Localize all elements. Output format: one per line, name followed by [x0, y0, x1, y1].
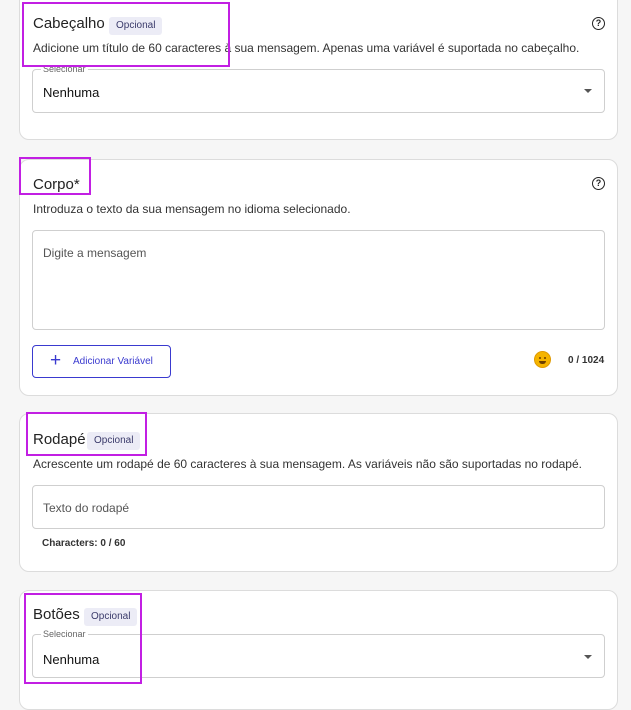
chevron-down-icon [584, 89, 592, 93]
footer-section-title: Rodapé [33, 431, 86, 448]
help-icon[interactable]: ? [592, 177, 605, 190]
emoji-icon[interactable] [534, 351, 551, 368]
select-value: Nenhuma [43, 85, 100, 100]
chevron-down-icon [584, 655, 592, 659]
footer-text-input[interactable]: Texto do rodapé [32, 485, 605, 529]
select-value: Nenhuma [43, 652, 100, 667]
body-section-title: Corpo* [33, 176, 80, 193]
header-section-title: Cabeçalho [33, 15, 105, 32]
body-section-description: Introduza o texto da sua mensagem no idi… [33, 202, 351, 216]
select-label: Selecionar [41, 629, 88, 639]
message-textarea[interactable]: Digite a mensagem [32, 230, 605, 330]
header-type-select[interactable]: Selecionar Nenhuma [32, 64, 605, 113]
footer-placeholder: Texto do rodapé [43, 501, 130, 515]
optional-badge: Opcional [87, 432, 141, 450]
footer-section-card: Rodapé Opcional Acrescente um rodapé de … [19, 413, 618, 572]
buttons-type-select[interactable]: Selecionar Nenhuma [32, 629, 605, 678]
header-section-description: Adicione um título de 60 caracteres à su… [33, 41, 580, 55]
body-section-card: Corpo* ? Introduza o texto da sua mensag… [19, 159, 618, 396]
help-icon[interactable]: ? [592, 17, 605, 30]
message-placeholder: Digite a mensagem [43, 246, 147, 260]
plus-icon: + [50, 350, 62, 371]
add-variable-button[interactable]: + Adicionar Variável [32, 345, 171, 378]
header-section-card: Cabeçalho Opcional ? Adicione um título … [19, 0, 618, 140]
optional-badge: Opcional [84, 608, 138, 626]
optional-badge: Opcional [109, 17, 163, 35]
buttons-section-card: Botões Opcional Selecionar Nenhuma [19, 590, 618, 710]
add-variable-label: Adicionar Variável [73, 356, 153, 367]
body-char-counter: 0 / 1024 [568, 355, 605, 366]
footer-char-counter: Characters: 0 / 60 [42, 538, 126, 549]
buttons-section-title: Botões [33, 606, 80, 623]
footer-section-description: Acrescente um rodapé de 60 caracteres à … [33, 457, 582, 471]
select-label: Selecionar [41, 64, 88, 74]
